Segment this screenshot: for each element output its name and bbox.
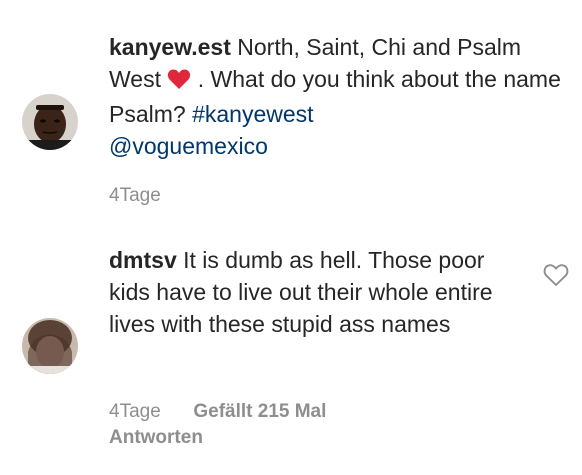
- comment-likes-count[interactable]: Gefällt 215 Mal: [193, 401, 326, 422]
- avatar-image: [22, 318, 78, 374]
- like-button[interactable]: [543, 263, 569, 287]
- post-caption: kanyew.est North, Saint, Chi and Psalm W…: [0, 0, 582, 230]
- comment-item: dmtsv It is dumb as hell. Those poor kid…: [0, 240, 582, 470]
- avatar[interactable]: [22, 94, 78, 150]
- comment-meta: 4Tage Gefällt 215 Mal Antworten: [109, 399, 509, 451]
- post-username[interactable]: kanyew.est: [109, 34, 231, 60]
- post-timestamp[interactable]: 4Tage: [109, 185, 161, 206]
- comment-username[interactable]: dmtsv: [109, 247, 177, 273]
- hashtag-link[interactable]: #kanyewest: [192, 101, 313, 127]
- comment-timestamp[interactable]: 4Tage: [109, 401, 161, 422]
- mention-link[interactable]: @voguemexico: [109, 133, 268, 159]
- comment-text: dmtsv It is dumb as hell. Those poor kid…: [109, 244, 529, 340]
- red-heart-emoji-icon: [167, 66, 191, 98]
- avatar[interactable]: [22, 318, 78, 374]
- post-meta: 4Tage: [109, 183, 161, 209]
- heart-outline-icon: [543, 264, 569, 286]
- caption-text: kanyew.est North, Saint, Chi and Psalm W…: [109, 31, 564, 162]
- avatar-image: [22, 94, 78, 150]
- reply-button[interactable]: Antworten: [109, 427, 203, 448]
